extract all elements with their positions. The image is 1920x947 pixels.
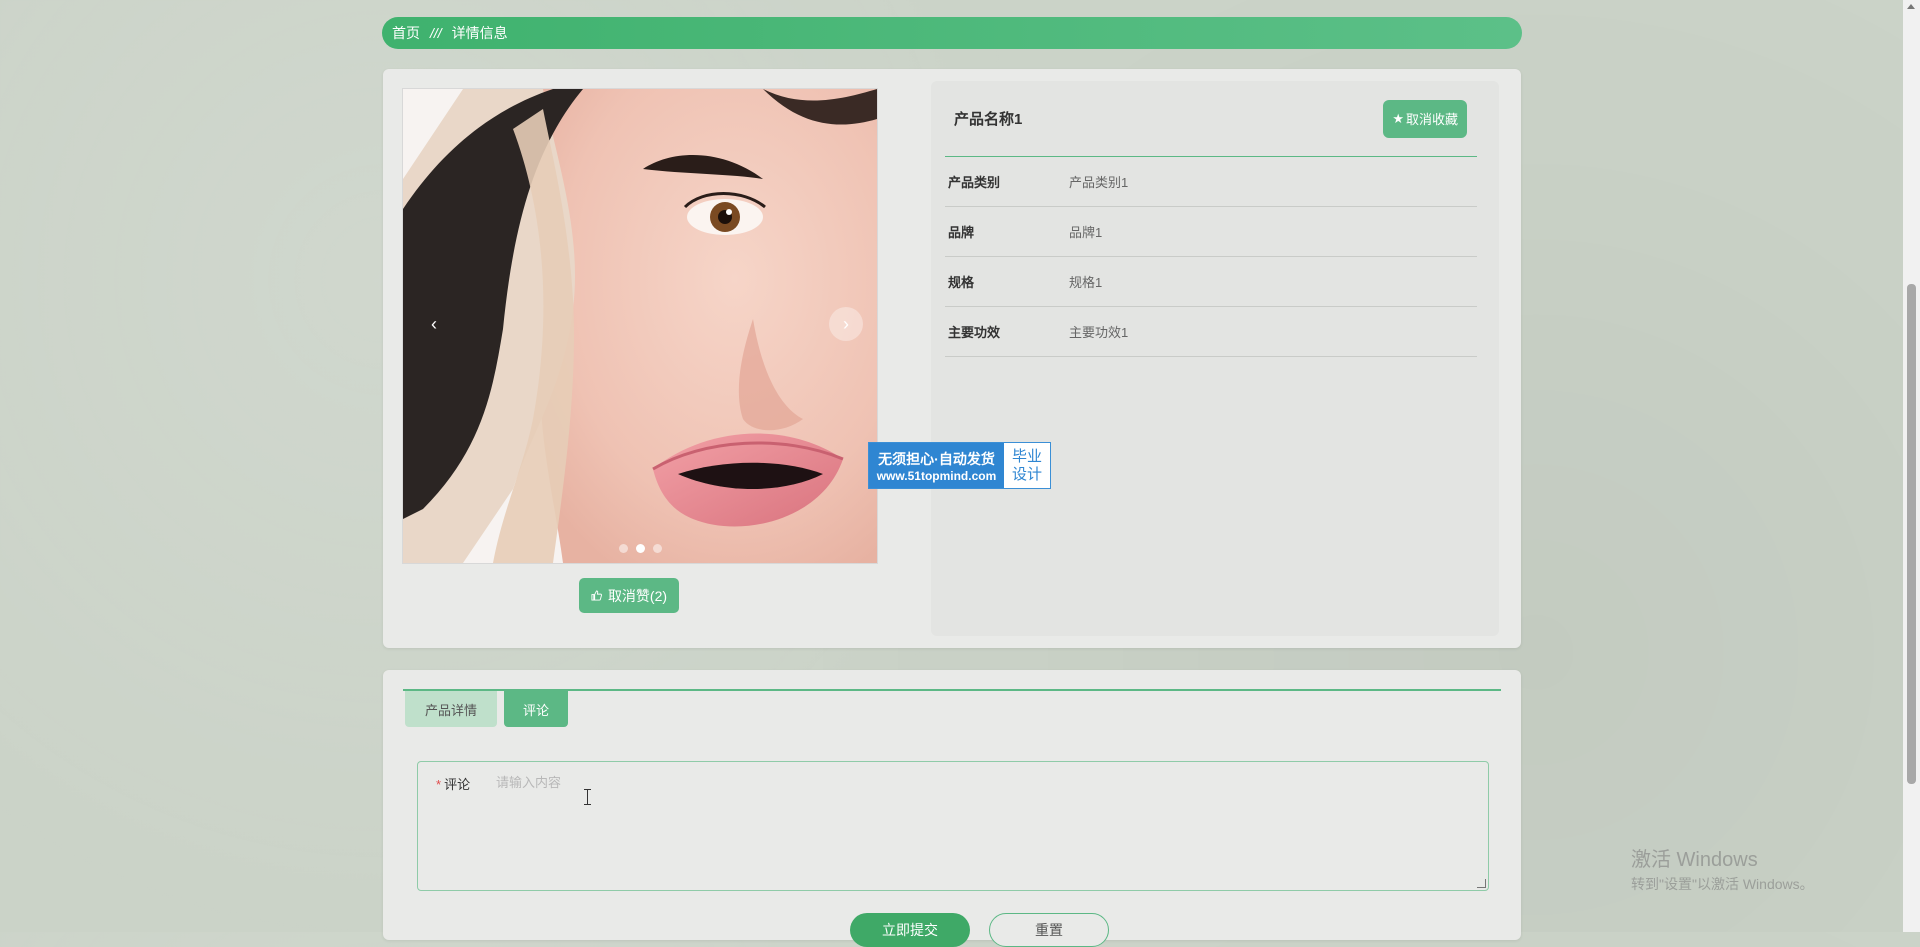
windows-activation-watermark: 激活 Windows 转到"设置"以激活 Windows。 (1631, 843, 1814, 894)
unfavorite-button-label: 取消收藏 (1405, 112, 1458, 127)
product-detail-card: ‹ › 取消赞(2) 产品名称1 ★ 取消收藏 产品类别 产品类别1 品牌 品牌… (383, 69, 1521, 648)
breadcrumb: 首页 /// 详情信息 (382, 17, 1522, 49)
chevron-left-icon: ‹ (431, 313, 437, 334)
attribute-row-spec: 规格 规格1 (945, 257, 1477, 307)
unlike-button[interactable]: 取消赞(2) (579, 578, 679, 613)
promo-banner-main: 无须担心·自动发货 www.51topmind.com (869, 443, 1004, 488)
product-photo (403, 89, 877, 563)
product-name: 产品名称1 (954, 111, 1023, 128)
resize-handle[interactable] (1477, 879, 1486, 888)
watermark-subtitle: 转到"设置"以激活 Windows。 (1631, 876, 1814, 892)
comment-textarea[interactable] (494, 770, 1478, 884)
promo-side-2: 设计 (1011, 465, 1042, 483)
comment-label: * 评论 (436, 774, 470, 793)
tab-product-details[interactable]: 产品详情 (405, 691, 497, 727)
scrollbar-thumb[interactable] (1907, 284, 1916, 784)
reset-button[interactable]: 重置 (989, 913, 1109, 947)
carousel-dot[interactable] (618, 544, 628, 553)
thumbs-up-icon (591, 588, 602, 604)
carousel-next-button[interactable]: › (829, 307, 863, 341)
attribute-label: 品牌 (948, 225, 975, 240)
attribute-value: 主要功效1 (1069, 325, 1129, 340)
unfavorite-button[interactable]: ★ 取消收藏 (1383, 99, 1467, 138)
breadcrumb-current: 详情信息 (451, 25, 508, 41)
product-header: 产品名称1 ★ 取消收藏 (945, 81, 1477, 157)
attribute-value: 品牌1 (1069, 225, 1103, 240)
promo-banner-side: 毕业 设计 (1004, 443, 1050, 488)
text-cursor-icon (584, 789, 591, 805)
star-icon: ★ (1392, 110, 1404, 126)
required-mark: * (436, 777, 442, 792)
attribute-row-category: 产品类别 产品类别1 (945, 157, 1477, 207)
attribute-label: 规格 (948, 275, 975, 290)
product-info-panel: 产品名称1 ★ 取消收藏 产品类别 产品类别1 品牌 品牌1 规格 规格1 主要… (931, 81, 1499, 636)
promo-line-2: www.51topmind.com (876, 468, 997, 483)
breadcrumb-separator: /// (430, 25, 442, 41)
chevron-right-icon: › (843, 313, 849, 334)
unlike-button-label: 取消赞(2) (607, 587, 668, 604)
submit-button[interactable]: 立即提交 (850, 913, 970, 947)
attribute-row-brand: 品牌 品牌1 (945, 207, 1477, 257)
detail-tabs-card: 产品详情 评论 *评论 立即提交 重置 (383, 670, 1521, 947)
carousel-indicators (403, 544, 877, 553)
breadcrumb-home-link[interactable]: 首页 (392, 23, 420, 43)
tab-comments[interactable]: 评论 (504, 691, 568, 727)
promo-side-1: 毕业 (1011, 447, 1042, 465)
promo-banner[interactable]: 无须担心·自动发货 www.51topmind.com 毕业 设计 (868, 442, 1051, 489)
attribute-label: 产品类别 (948, 175, 1001, 190)
attribute-label: 主要功效 (948, 325, 1001, 340)
promo-line-1: 无须担心·自动发货 (878, 450, 995, 467)
product-image-carousel[interactable]: ‹ › (402, 88, 878, 564)
carousel-dot[interactable] (652, 544, 662, 553)
comment-form: * 评论 (417, 761, 1489, 891)
attribute-row-efficacy: 主要功效 主要功效1 (945, 307, 1477, 357)
watermark-title: 激活 Windows (1631, 849, 1758, 871)
scroll-up-icon[interactable] (1907, 4, 1915, 9)
carousel-prev-button[interactable]: ‹ (417, 307, 451, 341)
attribute-value: 产品类别1 (1069, 175, 1129, 190)
carousel-dot-active[interactable] (635, 544, 645, 553)
page-scrollbar[interactable] (1903, 0, 1920, 932)
comment-label-text: 评论 (444, 777, 471, 792)
attribute-value: 规格1 (1069, 275, 1103, 290)
